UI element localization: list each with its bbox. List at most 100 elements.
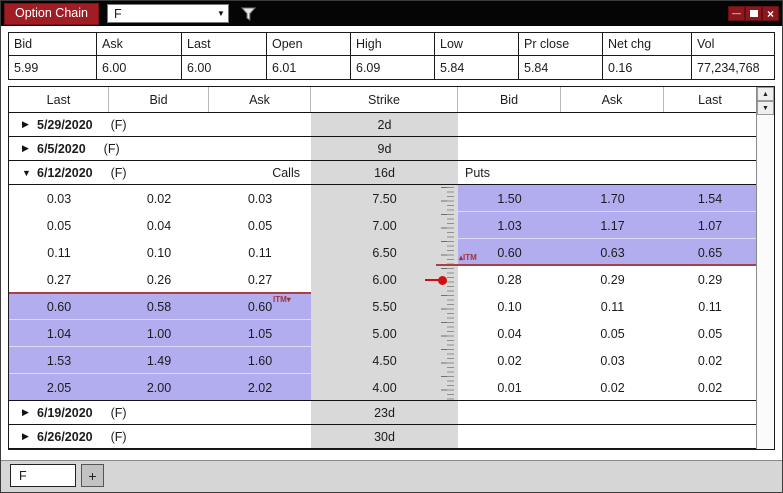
put-bid-cell[interactable]: 0.10 — [458, 293, 561, 320]
chain-scrollbar[interactable]: ▲ ▼ — [756, 87, 774, 449]
put-ask-cell[interactable]: 0.11 — [561, 293, 664, 320]
put-ask-cell[interactable]: 0.05 — [561, 320, 664, 347]
days-to-expiration: 23d — [311, 401, 458, 424]
call-bid-cell[interactable]: 0.04 — [109, 212, 209, 239]
scroll-down-icon: ▼ — [762, 105, 769, 112]
put-bid-cell[interactable]: 0.01 — [458, 374, 561, 401]
expiration-row-5-29-2020[interactable]: ▶5/29/2020(F)2d — [9, 112, 756, 137]
chain-header-put-last[interactable]: Last — [664, 87, 756, 112]
call-last-cell[interactable]: 0.05 — [9, 212, 109, 239]
chain-main: LastBidAskStrikeBidAskLast ▶5/29/2020(F)… — [9, 87, 756, 449]
put-bid-cell[interactable]: 0.28 — [458, 266, 561, 293]
chain-header-call-bid[interactable]: Bid — [109, 87, 209, 112]
call-bid-cell[interactable]: 1.49 — [109, 347, 209, 374]
put-ask-cell[interactable]: 1.17 — [561, 212, 664, 239]
quote-header-open: Open — [267, 33, 351, 56]
option-row: 0.600.580.605.500.100.110.11 — [9, 293, 756, 320]
chain-header-row: LastBidAskStrikeBidAskLast — [9, 87, 756, 113]
call-last-cell[interactable]: 0.60 — [9, 293, 109, 320]
tab-f[interactable]: F — [10, 464, 76, 487]
put-ask-cell[interactable]: 0.63 — [561, 239, 664, 266]
call-ask-cell[interactable]: 0.05 — [209, 212, 311, 239]
add-tab-button[interactable]: + — [81, 464, 104, 487]
call-bid-cell[interactable]: 2.00 — [109, 374, 209, 401]
call-last-cell[interactable]: 0.27 — [9, 266, 109, 293]
call-ask-cell[interactable]: 2.02 — [209, 374, 311, 401]
expand-arrow-icon[interactable]: ▼ — [22, 168, 37, 178]
expiration-row-6-26-2020[interactable]: ▶6/26/2020(F)30d — [9, 424, 756, 449]
chain-header-call-last[interactable]: Last — [9, 87, 109, 112]
put-itm-boundary-line — [436, 264, 756, 266]
minimize-button[interactable]: — — [728, 6, 745, 21]
put-last-cell[interactable]: 0.02 — [664, 347, 756, 374]
call-ask-cell[interactable]: 0.03 — [209, 185, 311, 212]
option-row: 0.050.040.057.001.031.171.07 — [9, 212, 756, 239]
put-last-cell[interactable]: 1.07 — [664, 212, 756, 239]
option-chain-window: Option Chain F ▼ — × BidAskLastOpenHighL… — [0, 0, 783, 493]
put-ask-cell[interactable]: 1.70 — [561, 185, 664, 212]
expand-arrow-icon[interactable]: ▶ — [22, 431, 37, 442]
expand-arrow-icon[interactable]: ▶ — [22, 119, 37, 130]
quote-header-row: BidAskLastOpenHighLowPr closeNet chgVol — [9, 33, 774, 56]
put-bid-cell[interactable]: 0.02 — [458, 347, 561, 374]
expiration-row-6-5-2020[interactable]: ▶6/5/2020(F)9d — [9, 136, 756, 161]
call-bid-cell[interactable]: 0.58 — [109, 293, 209, 320]
put-last-cell[interactable]: 0.11 — [664, 293, 756, 320]
quote-value-open: 6.01 — [267, 56, 351, 79]
expand-arrow-icon[interactable]: ▶ — [22, 407, 37, 418]
put-last-cell[interactable]: 0.29 — [664, 266, 756, 293]
minimize-icon: — — [732, 9, 741, 18]
underlying-symbol: (F) — [111, 166, 127, 180]
call-last-cell[interactable]: 1.04 — [9, 320, 109, 347]
expiration-row-6-12-2020[interactable]: ▼6/12/2020(F)Calls16dPuts — [9, 160, 756, 185]
call-last-cell[interactable]: 0.11 — [9, 239, 109, 266]
expiration-date: 6/12/2020 — [37, 166, 93, 180]
call-last-cell[interactable]: 1.53 — [9, 347, 109, 374]
call-ask-cell[interactable]: 0.11 — [209, 239, 311, 266]
option-row: 0.110.100.116.500.600.630.65 — [9, 239, 756, 266]
puts-section-label: Puts — [465, 166, 490, 180]
call-bid-cell[interactable]: 0.26 — [109, 266, 209, 293]
put-bid-cell[interactable]: 0.04 — [458, 320, 561, 347]
call-last-cell[interactable]: 0.03 — [9, 185, 109, 212]
call-ask-cell[interactable]: 1.60 — [209, 347, 311, 374]
call-bid-cell[interactable]: 0.02 — [109, 185, 209, 212]
maximize-button[interactable] — [745, 6, 762, 21]
put-last-cell[interactable]: 1.54 — [664, 185, 756, 212]
put-ask-cell[interactable]: 0.29 — [561, 266, 664, 293]
call-ask-cell[interactable]: 0.60 — [209, 293, 311, 320]
expiration-date: 6/5/2020 — [37, 142, 86, 156]
put-ask-cell[interactable]: 0.03 — [561, 347, 664, 374]
chain-header-call-ask[interactable]: Ask — [209, 87, 311, 112]
symbol-dropdown[interactable]: F ▼ — [107, 4, 229, 23]
put-last-cell[interactable]: 0.65 — [664, 239, 756, 266]
put-bid-cell[interactable]: 1.50 — [458, 185, 561, 212]
put-itm-marker: ▴ITM — [459, 254, 477, 262]
option-row: 0.270.260.276.000.280.290.29 — [9, 266, 756, 293]
maximize-icon — [750, 10, 758, 17]
put-bid-cell[interactable]: 1.03 — [458, 212, 561, 239]
quote-value-pr-close: 5.84 — [519, 56, 603, 79]
chain-header-strike[interactable]: Strike — [311, 87, 458, 112]
scroll-down-button[interactable]: ▼ — [757, 101, 774, 115]
call-bid-cell[interactable]: 0.10 — [109, 239, 209, 266]
window-title: Option Chain — [4, 3, 99, 25]
filter-button[interactable] — [241, 7, 256, 21]
close-button[interactable]: × — [762, 6, 779, 21]
days-to-expiration: 30d — [311, 425, 458, 448]
expiration-row-6-19-2020[interactable]: ▶6/19/2020(F)23d — [9, 400, 756, 425]
chain-header-put-bid[interactable]: Bid — [458, 87, 561, 112]
put-ask-cell[interactable]: 0.02 — [561, 374, 664, 401]
scroll-up-button[interactable]: ▲ — [757, 87, 774, 101]
put-last-cell[interactable]: 0.05 — [664, 320, 756, 347]
call-ask-cell[interactable]: 1.05 — [209, 320, 311, 347]
quote-summary-table: BidAskLastOpenHighLowPr closeNet chgVol … — [8, 32, 775, 80]
put-last-cell[interactable]: 0.02 — [664, 374, 756, 401]
call-last-cell[interactable]: 2.05 — [9, 374, 109, 401]
days-to-expiration: 9d — [311, 137, 458, 160]
chain-header-put-ask[interactable]: Ask — [561, 87, 664, 112]
call-bid-cell[interactable]: 1.00 — [109, 320, 209, 347]
call-ask-cell[interactable]: 0.27 — [209, 266, 311, 293]
quote-value-net-chg: 0.16 — [603, 56, 692, 79]
expand-arrow-icon[interactable]: ▶ — [22, 143, 37, 154]
